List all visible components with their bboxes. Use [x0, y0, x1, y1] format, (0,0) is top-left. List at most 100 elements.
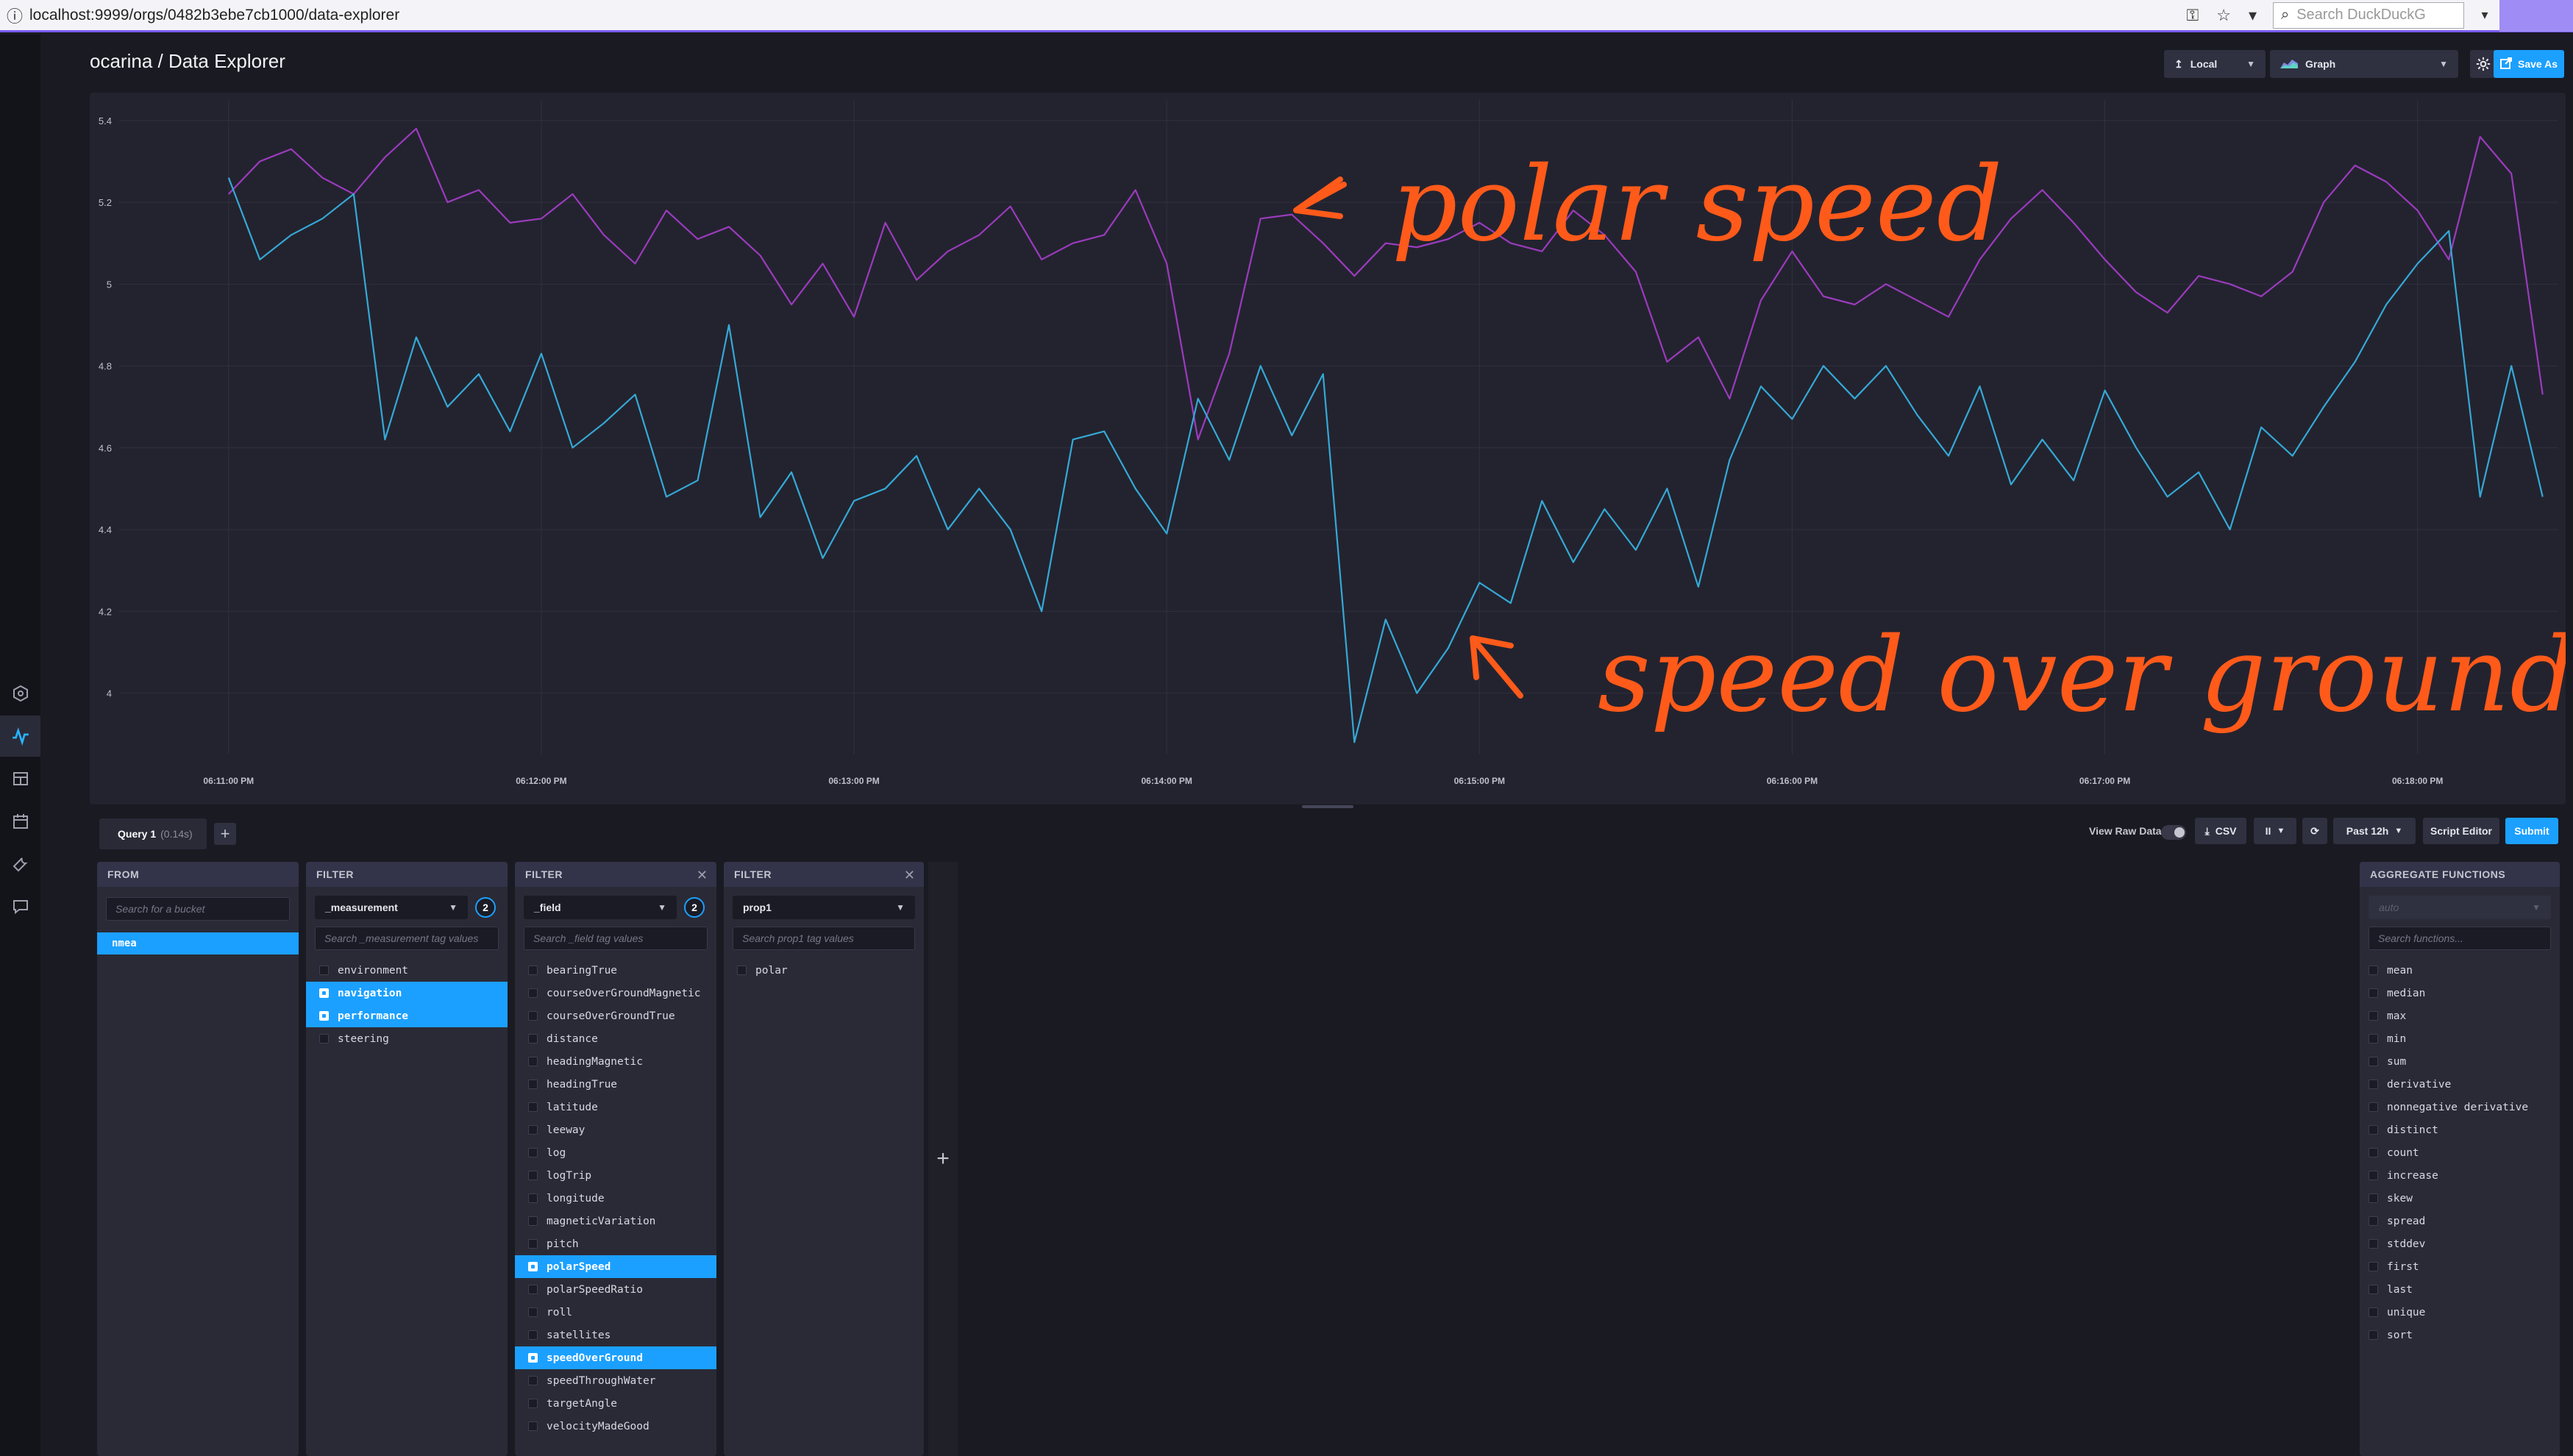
list-item[interactable]: courseOverGroundMagnetic — [515, 982, 716, 1004]
prop1-search-input[interactable]: Search prop1 tag values — [733, 927, 915, 950]
list-item[interactable]: courseOverGroundTrue — [515, 1004, 716, 1027]
list-item[interactable]: sort — [2360, 1324, 2560, 1346]
list-item[interactable]: nonnegative derivative — [2360, 1096, 2560, 1118]
checkbox[interactable] — [528, 1376, 538, 1385]
list-item[interactable]: stddev — [2360, 1232, 2560, 1255]
submit-button[interactable]: Submit — [2505, 818, 2558, 844]
view-type-dropdown[interactable]: Graph ▼ — [2270, 50, 2458, 78]
csv-download-button[interactable]: ⤓ CSV — [2195, 818, 2246, 844]
list-item[interactable]: leeway — [515, 1118, 716, 1141]
checkbox[interactable] — [2369, 1148, 2378, 1157]
nav-feedback-icon[interactable] — [0, 886, 40, 927]
pause-refresh-dropdown[interactable]: II ▼ — [2254, 818, 2296, 844]
checkbox[interactable] — [319, 1034, 329, 1043]
bucket-item-nmea[interactable]: nmea — [97, 932, 299, 954]
list-item[interactable]: distance — [515, 1027, 716, 1050]
prop1-key-dropdown[interactable]: prop1 ▼ — [733, 896, 915, 919]
search-engine-dropdown-icon[interactable]: ▾ — [2470, 7, 2499, 23]
list-item[interactable]: steering — [306, 1027, 508, 1050]
checkbox[interactable] — [2369, 1102, 2378, 1112]
add-filter-button[interactable]: + — [928, 862, 958, 1456]
graph-panel[interactable]: 5.4 5.2 5 4.8 4.6 4.4 4.2 4 06:11:00 PM 06:12:00 … — [90, 93, 2566, 804]
checkbox[interactable] — [2369, 1285, 2378, 1294]
timezone-dropdown[interactable]: ↥ Local ▼ — [2164, 50, 2266, 78]
nav-load-data-icon[interactable] — [0, 673, 40, 714]
script-editor-button[interactable]: Script Editor — [2423, 818, 2499, 844]
checkbox[interactable] — [2369, 1079, 2378, 1089]
list-item[interactable]: sum — [2360, 1050, 2560, 1073]
info-icon[interactable]: ⓘ — [0, 1, 29, 30]
list-item[interactable]: headingMagnetic — [515, 1050, 716, 1073]
checkbox[interactable] — [528, 988, 538, 998]
list-item[interactable]: mean — [2360, 959, 2560, 982]
field-key-dropdown[interactable]: _field ▼ — [524, 896, 677, 919]
list-item[interactable]: pitch — [515, 1232, 716, 1255]
checkbox[interactable] — [2369, 1307, 2378, 1317]
checkbox[interactable] — [2369, 1193, 2378, 1203]
nav-dashboards-icon[interactable] — [0, 758, 40, 799]
list-item[interactable]: latitude — [515, 1096, 716, 1118]
list-item[interactable]: count — [2360, 1141, 2560, 1164]
list-item[interactable]: derivative — [2360, 1073, 2560, 1096]
list-item[interactable]: spread — [2360, 1210, 2560, 1232]
checkbox[interactable] — [528, 1307, 538, 1317]
list-item[interactable]: bearingTrue — [515, 959, 716, 982]
checkbox[interactable] — [2369, 1330, 2378, 1340]
checkbox[interactable] — [528, 1239, 538, 1249]
list-item[interactable]: min — [2360, 1027, 2560, 1050]
close-icon[interactable]: ✕ — [904, 868, 915, 883]
measurement-search-input[interactable]: Search _measurement tag values — [315, 927, 499, 950]
save-as-button[interactable]: Save As — [2494, 50, 2564, 78]
checkbox[interactable] — [528, 1353, 538, 1363]
checkbox[interactable] — [528, 1171, 538, 1180]
chevron-down-icon[interactable]: ▾ — [2249, 6, 2257, 25]
checkbox[interactable] — [528, 1193, 538, 1203]
list-item[interactable]: logTrip — [515, 1164, 716, 1187]
list-item[interactable]: speedOverGround — [515, 1346, 716, 1369]
checkbox[interactable] — [528, 1102, 538, 1112]
checkbox[interactable] — [528, 1285, 538, 1294]
checkbox[interactable] — [528, 1421, 538, 1431]
list-item[interactable]: last — [2360, 1278, 2560, 1301]
list-item[interactable]: velocityMadeGood — [515, 1415, 716, 1438]
window-period-dropdown[interactable]: auto ▼ — [2369, 896, 2551, 919]
measurement-key-dropdown[interactable]: _measurement ▼ — [315, 896, 468, 919]
checkbox[interactable] — [528, 1216, 538, 1226]
checkbox[interactable] — [528, 1330, 538, 1340]
list-item[interactable]: polar — [724, 959, 924, 982]
list-item[interactable]: environment — [306, 959, 508, 982]
address-bar[interactable]: localhost:9999/orgs/0482b3ebe7cb1000/dat… — [29, 7, 2170, 24]
checkbox[interactable] — [2369, 1057, 2378, 1066]
key-icon[interactable]: ⚿ — [2186, 6, 2199, 25]
field-search-input[interactable]: Search _field tag values — [524, 927, 708, 950]
checkbox[interactable] — [2369, 966, 2378, 975]
list-item[interactable]: longitude — [515, 1187, 716, 1210]
checkbox[interactable] — [319, 1011, 329, 1021]
checkbox[interactable] — [528, 1399, 538, 1408]
list-item[interactable]: polarSpeedRatio — [515, 1278, 716, 1301]
checkbox[interactable] — [2369, 1034, 2378, 1043]
bookmark-icon[interactable]: ☆ — [2216, 6, 2231, 25]
gear-icon[interactable] — [2470, 50, 2497, 78]
list-item[interactable]: distinct — [2360, 1118, 2560, 1141]
nav-tasks-icon[interactable] — [0, 801, 40, 842]
checkbox[interactable] — [2369, 1125, 2378, 1135]
browser-search-input[interactable]: ⌕ Search DuckDuckG — [2273, 1, 2464, 29]
checkbox[interactable] — [528, 1011, 538, 1021]
checkbox[interactable] — [2369, 1171, 2378, 1180]
functions-search-input[interactable]: Search functions... — [2369, 927, 2551, 950]
list-item[interactable]: first — [2360, 1255, 2560, 1278]
checkbox[interactable] — [528, 1262, 538, 1271]
bucket-search-input[interactable]: Search for a bucket — [106, 897, 290, 921]
checkbox[interactable] — [528, 1057, 538, 1066]
view-raw-data-toggle[interactable] — [2161, 825, 2186, 840]
close-icon[interactable]: ✕ — [697, 868, 708, 883]
list-item[interactable]: increase — [2360, 1164, 2560, 1187]
list-item[interactable]: speedThroughWater — [515, 1369, 716, 1392]
nav-data-explorer-icon[interactable] — [0, 715, 40, 757]
checkbox[interactable] — [528, 1079, 538, 1089]
refresh-button[interactable]: ⟳ — [2302, 818, 2327, 844]
list-item[interactable]: polarSpeed — [515, 1255, 716, 1278]
checkbox[interactable] — [319, 988, 329, 998]
checkbox[interactable] — [737, 966, 747, 975]
